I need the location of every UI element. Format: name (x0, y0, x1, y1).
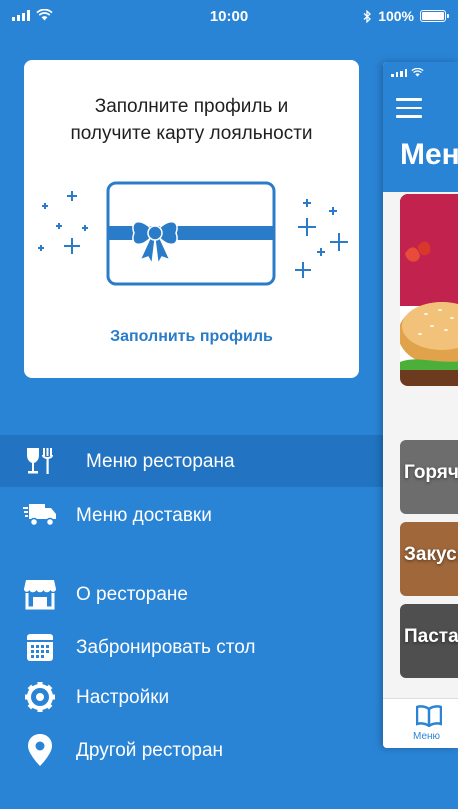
dining-icon (22, 443, 58, 479)
category-card[interactable]: Горячее (400, 440, 458, 514)
preview-title: Меню (400, 138, 458, 171)
store-icon (22, 576, 58, 612)
delivery-truck-icon (22, 497, 58, 533)
battery-icon (420, 10, 449, 22)
tab-menu-label: Меню (413, 731, 441, 742)
preview-header: Меню (383, 62, 458, 192)
promo-title: Заполните профиль и получите карту лояль… (70, 96, 313, 144)
gift-card-icon (38, 181, 348, 286)
promo-banner-image[interactable] (400, 194, 458, 386)
menu-item-label: Настройки (76, 687, 170, 708)
status-bar: 10:00 100% (0, 0, 458, 32)
loyalty-promo-card: Заполните профиль и получите карту лояль… (24, 60, 359, 378)
wifi-icon (411, 68, 424, 77)
menu-item-settings[interactable]: Настройки (0, 671, 384, 723)
location-pin-icon (22, 732, 58, 768)
main-screen-preview[interactable]: Меню Горячее Закуски (383, 62, 458, 748)
book-icon[interactable] (415, 705, 443, 732)
category-label: Паста (404, 626, 458, 647)
menu-item-label: Забронировать стол (76, 637, 256, 658)
category-card[interactable]: Закуски (400, 522, 458, 596)
menu-item-label: Меню доставки (76, 505, 212, 526)
category-card[interactable]: Паста (400, 604, 458, 678)
side-menu-screen: 10:00 100% Заполните профиль и получите … (0, 0, 458, 809)
menu-item-restaurant-menu[interactable]: Меню ресторана (0, 435, 384, 487)
battery-percent: 100% (378, 8, 414, 24)
menu-item-book-table[interactable]: Забронировать стол (0, 621, 384, 673)
menu-item-label: Меню ресторана (86, 451, 235, 472)
preview-status (391, 68, 424, 77)
bluetooth-icon (363, 9, 372, 23)
preview-tab-bar: Меню (383, 698, 458, 748)
gear-icon (22, 679, 58, 715)
calendar-icon (22, 629, 58, 665)
menu-item-about[interactable]: О ресторане (0, 568, 384, 620)
menu-item-label: О ресторане (76, 584, 188, 605)
menu-item-other-restaurant[interactable]: Другой ресторан (0, 724, 384, 776)
category-label: Горячее (404, 462, 458, 483)
hamburger-menu-icon[interactable] (396, 98, 422, 124)
gift-card-illustration (24, 178, 359, 298)
fill-profile-link[interactable]: Заполнить профиль (24, 328, 359, 346)
status-right: 100% (363, 8, 449, 24)
menu-item-delivery-menu[interactable]: Меню доставки (0, 489, 384, 541)
category-label: Закуски (404, 544, 458, 565)
signal-icon (391, 68, 407, 77)
menu-item-label: Другой ресторан (76, 740, 224, 761)
